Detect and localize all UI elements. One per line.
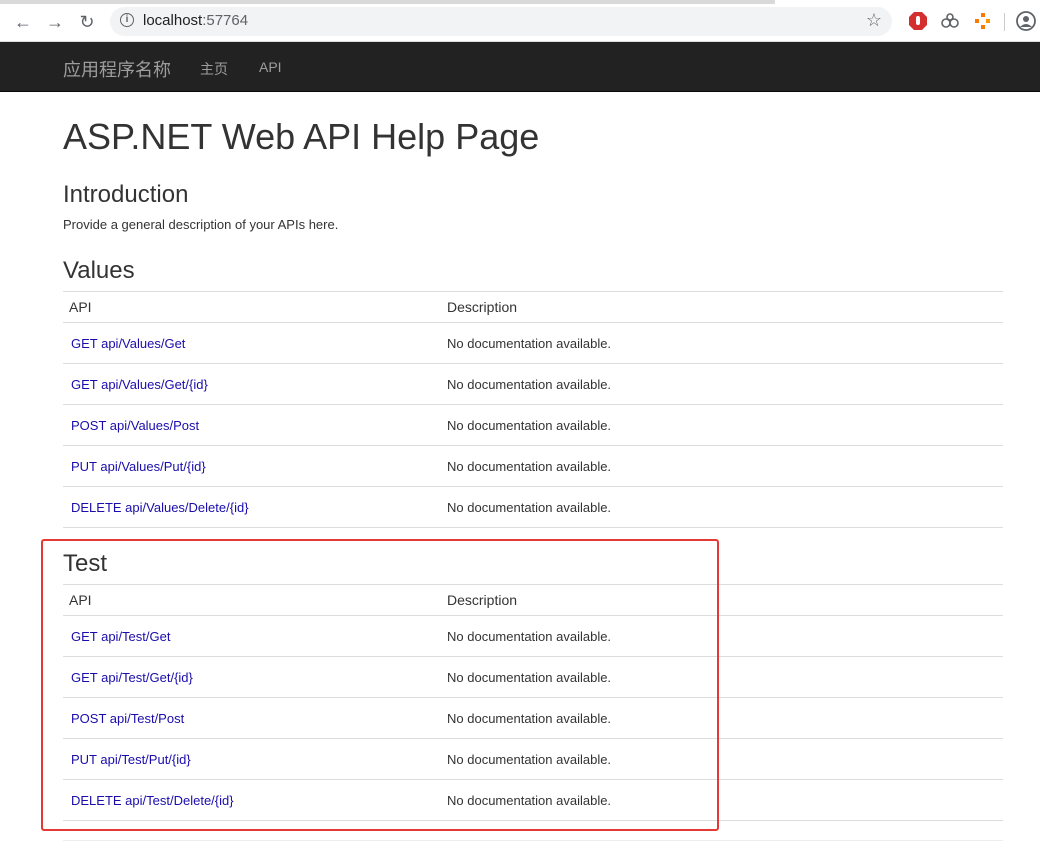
api-cell: DELETE api/Test/Delete/{id} — [63, 779, 439, 821]
extension-icon[interactable] — [940, 11, 960, 31]
intro-text: Provide a general description of your AP… — [63, 217, 339, 232]
column-header-api: API — [63, 584, 439, 616]
api-table-values: API Description GET api/Values/Get No do… — [63, 291, 1003, 528]
api-link[interactable]: GET api/Values/Get/{id} — [71, 377, 208, 392]
description-cell: No documentation available. — [439, 363, 1003, 405]
api-cell: GET api/Values/Get/{id} — [63, 363, 439, 405]
api-cell: GET api/Values/Get — [63, 322, 439, 364]
description-cell: No documentation available. — [439, 322, 1003, 364]
section-title-values: Values — [63, 257, 135, 284]
api-link[interactable]: DELETE api/Test/Delete/{id} — [71, 793, 234, 808]
info-icon[interactable]: i — [120, 13, 134, 27]
api-link[interactable]: PUT api/Values/Put/{id} — [71, 459, 206, 474]
api-cell: PUT api/Values/Put/{id} — [63, 445, 439, 487]
back-icon[interactable]: ← — [12, 11, 34, 33]
api-table-test: API Description GET api/Test/Get No docu… — [63, 584, 1003, 821]
star-icon[interactable]: ☆ — [866, 10, 882, 31]
api-link[interactable]: POST api/Test/Post — [71, 711, 184, 726]
api-link[interactable]: POST api/Values/Post — [71, 418, 199, 433]
api-cell: PUT api/Test/Put/{id} — [63, 738, 439, 780]
forward-icon[interactable]: → — [44, 11, 66, 33]
page-title: ASP.NET Web API Help Page — [63, 116, 540, 157]
nav-link-home[interactable]: 主页 — [200, 59, 228, 79]
table-row: GET api/Values/Get No documentation avai… — [63, 322, 1003, 364]
section-title-test: Test — [63, 550, 108, 577]
extension-orange-icon[interactable] — [972, 11, 992, 31]
toolbar-divider — [1004, 13, 1005, 31]
intro-heading: Introduction — [63, 181, 189, 208]
api-cell: POST api/Test/Post — [63, 697, 439, 739]
table-header-row: API Description — [63, 584, 1003, 616]
api-cell: POST api/Values/Post — [63, 404, 439, 446]
profile-icon[interactable] — [1016, 11, 1036, 31]
address-bar[interactable]: i localhost:57764 ☆ — [110, 7, 892, 36]
description-cell: No documentation available. — [439, 697, 1003, 739]
api-cell: DELETE api/Values/Delete/{id} — [63, 486, 439, 528]
api-link[interactable]: GET api/Test/Get — [71, 629, 170, 644]
adblock-icon[interactable] — [908, 11, 928, 31]
description-cell: No documentation available. — [439, 486, 1003, 528]
description-cell: No documentation available. — [439, 779, 1003, 821]
description-cell: No documentation available. — [439, 615, 1003, 657]
table-row: POST api/Values/Post No documentation av… — [63, 404, 1003, 446]
column-header-description: Description — [439, 584, 1003, 616]
table-header-row: API Description — [63, 291, 1003, 323]
reload-icon[interactable]: ↻ — [76, 11, 98, 33]
browser-toolbar: ← → ↻ i localhost:57764 ☆ — [0, 0, 1040, 42]
column-header-api: API — [63, 291, 439, 323]
api-cell: GET api/Test/Get/{id} — [63, 656, 439, 698]
url-host: localhost — [143, 12, 203, 29]
url-port: :57764 — [202, 12, 249, 29]
table-row: DELETE api/Test/Delete/{id} No documenta… — [63, 779, 1003, 821]
tab-strip — [0, 0, 775, 4]
description-cell: No documentation available. — [439, 656, 1003, 698]
table-row: POST api/Test/Post No documentation avai… — [63, 697, 1003, 739]
nav-link-api[interactable]: API — [259, 59, 282, 75]
table-row: PUT api/Test/Put/{id} No documentation a… — [63, 738, 1003, 780]
api-link[interactable]: GET api/Test/Get/{id} — [71, 670, 193, 685]
table-row: GET api/Test/Get/{id} No documentation a… — [63, 656, 1003, 698]
api-link[interactable]: PUT api/Test/Put/{id} — [71, 752, 191, 767]
url-text[interactable]: localhost:57764 — [143, 12, 248, 29]
table-row: PUT api/Values/Put/{id} No documentation… — [63, 445, 1003, 487]
site-navbar: 应用程序名称 主页 API — [0, 42, 1040, 92]
table-row: GET api/Values/Get/{id} No documentation… — [63, 363, 1003, 405]
column-header-description: Description — [439, 291, 1003, 323]
navbar-brand[interactable]: 应用程序名称 — [63, 56, 171, 82]
description-cell: No documentation available. — [439, 445, 1003, 487]
api-cell: GET api/Test/Get — [63, 615, 439, 657]
api-link[interactable]: DELETE api/Values/Delete/{id} — [71, 500, 249, 515]
api-link[interactable]: GET api/Values/Get — [71, 336, 185, 351]
footer-divider — [63, 840, 1003, 841]
table-row: GET api/Test/Get No documentation availa… — [63, 615, 1003, 657]
table-row: DELETE api/Values/Delete/{id} No documen… — [63, 486, 1003, 528]
description-cell: No documentation available. — [439, 738, 1003, 780]
description-cell: No documentation available. — [439, 404, 1003, 446]
